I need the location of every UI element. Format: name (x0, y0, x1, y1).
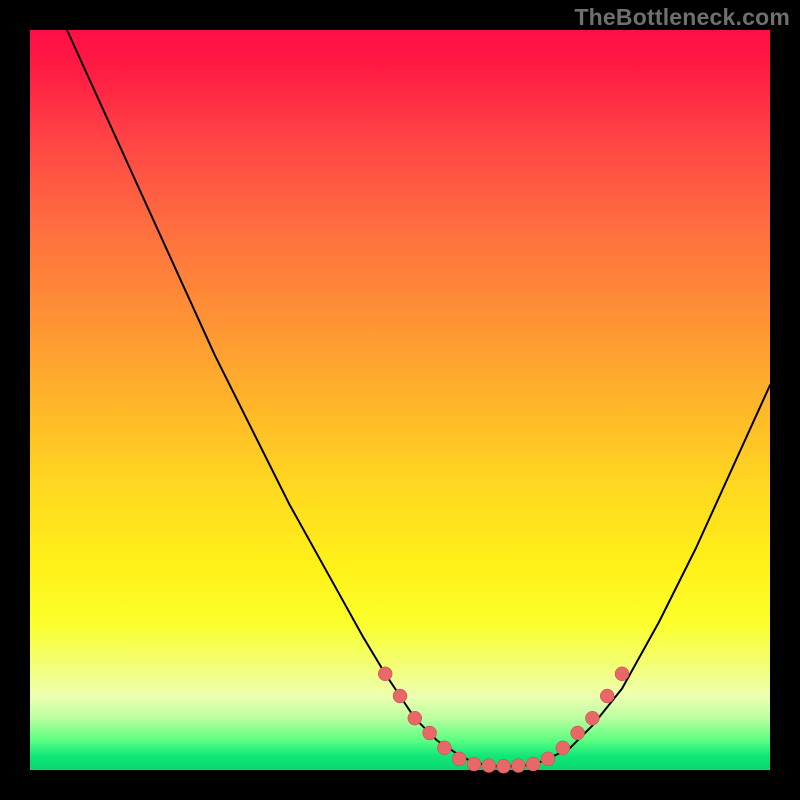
curve-marker (600, 689, 614, 703)
curve-marker (408, 711, 422, 725)
bottleneck-curve (67, 30, 770, 766)
curve-marker (541, 752, 555, 766)
curve-marker (526, 757, 540, 771)
curve-marker (556, 741, 570, 755)
curve-marker (452, 752, 466, 766)
curve-marker (585, 711, 599, 725)
curve-marker (378, 667, 392, 681)
curve-marker (482, 759, 496, 773)
curve-marker (511, 759, 525, 773)
curve-marker (437, 741, 451, 755)
watermark-text: TheBottleneck.com (574, 4, 790, 31)
curve-markers (378, 667, 629, 774)
chart-stage: TheBottleneck.com (0, 0, 800, 800)
curve-marker (615, 667, 629, 681)
curve-marker (393, 689, 407, 703)
curve-marker (571, 726, 585, 740)
curve-marker (423, 726, 437, 740)
chart-overlay (30, 30, 770, 770)
curve-marker (467, 757, 481, 771)
curve-marker (497, 759, 511, 773)
